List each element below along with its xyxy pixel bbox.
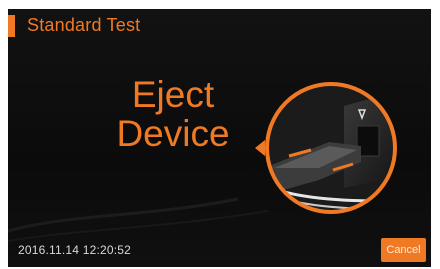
title-accent-bar <box>8 15 15 37</box>
title-bar: Standard Test <box>8 9 431 43</box>
cancel-button[interactable]: Cancel <box>381 238 426 262</box>
message-line-2: Device <box>116 113 230 154</box>
test-screen: Standard Test Eject Device 2016.11.14 12… <box>8 9 431 267</box>
page-title: Standard Test <box>27 15 141 35</box>
eject-device-message: Eject Device <box>78 75 268 153</box>
pointer-triangle-icon <box>255 140 265 156</box>
device-eject-illustration <box>255 82 397 214</box>
datetime-display: 2016.11.14 12:20:52 <box>18 243 132 257</box>
message-line-1: Eject <box>131 74 215 115</box>
